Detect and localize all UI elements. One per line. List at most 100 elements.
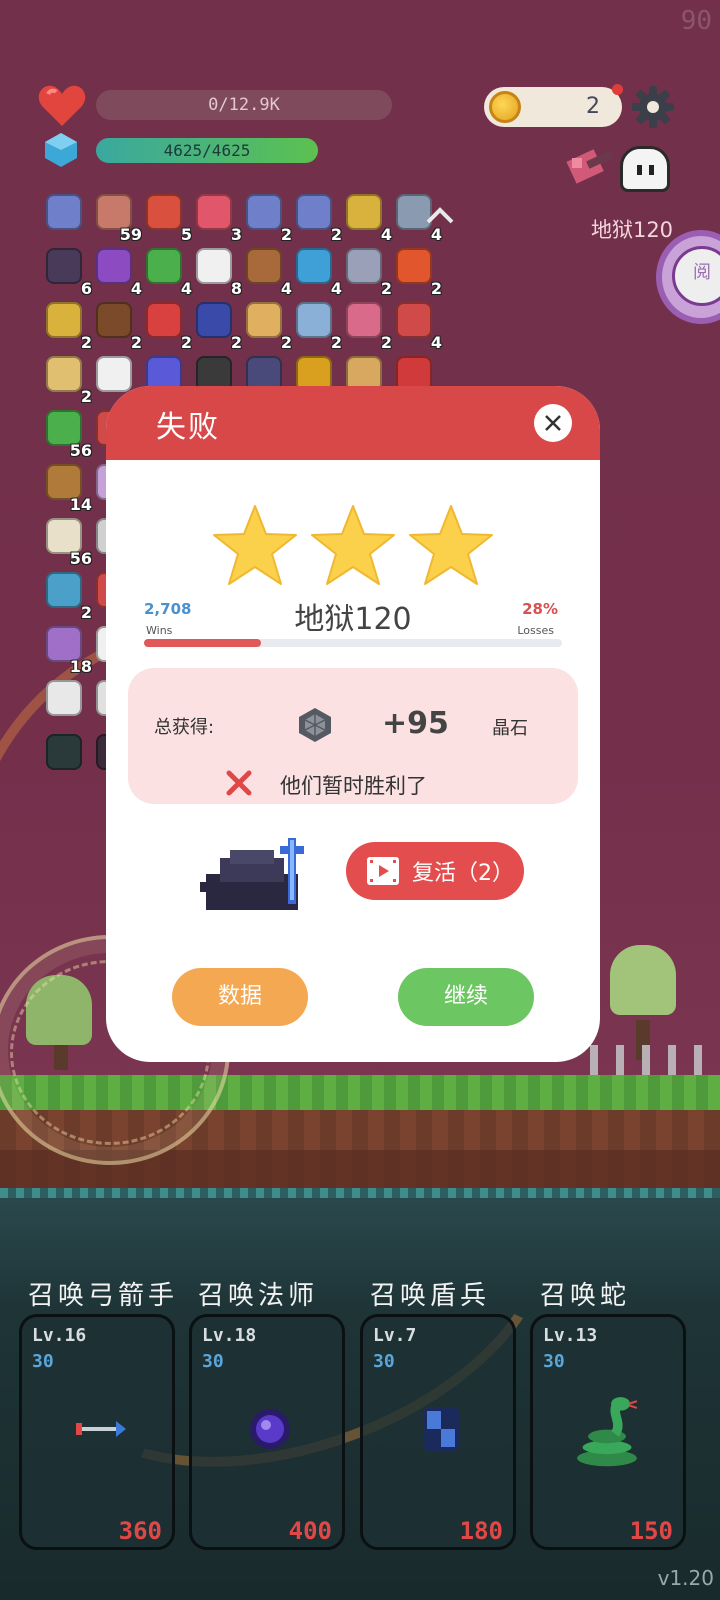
inventory-item[interactable]: 2	[342, 298, 392, 352]
tree	[610, 945, 676, 1015]
close-button[interactable]	[534, 404, 572, 442]
item-count: 2	[130, 333, 142, 352]
dice-icon	[46, 680, 82, 716]
item-count: 2	[280, 225, 292, 244]
inventory-item[interactable]: 2	[92, 298, 142, 352]
inventory-item[interactable]	[42, 190, 90, 238]
continue-button[interactable]: 继续	[398, 968, 534, 1026]
boss-axe-icon	[566, 149, 614, 184]
inventory-item[interactable]	[42, 676, 90, 724]
inventory-item[interactable]: 2	[42, 568, 92, 622]
inventory-item[interactable]: 3	[192, 190, 242, 244]
item-count: 2	[80, 333, 92, 352]
heart-icon	[38, 85, 86, 126]
item-count: 56	[69, 549, 92, 568]
dark-rune-icon	[46, 734, 82, 770]
inventory-item[interactable]: 59	[92, 190, 142, 244]
card-cost: 360	[118, 1517, 162, 1545]
item-count: 2	[330, 333, 342, 352]
inventory-item[interactable]: 5	[142, 190, 192, 244]
inventory-item[interactable]: 2	[242, 298, 292, 352]
green-card-icon	[146, 248, 182, 284]
inventory-item[interactable]: 2	[192, 298, 242, 352]
item-count: 4	[330, 279, 342, 298]
calendar-heart-icon	[196, 248, 232, 284]
summon-title: 召唤蛇	[540, 1281, 631, 1311]
item-count: 8	[230, 279, 242, 298]
card-level: Lv.16	[32, 1325, 87, 1346]
item-count: 2	[380, 279, 392, 298]
inventory-item[interactable]: 14	[42, 460, 92, 514]
inventory-item[interactable]: 4	[242, 244, 292, 298]
magnet-icon	[146, 302, 182, 338]
inventory-item[interactable]: 2	[292, 190, 342, 244]
reward-label: 总获得:	[154, 717, 215, 738]
quill-paper-icon	[46, 356, 82, 392]
card-stat: 30	[202, 1351, 224, 1372]
card-level: Lv.13	[543, 1325, 598, 1346]
item-count: 56	[69, 441, 92, 460]
stage-name: 地狱120	[294, 602, 412, 637]
summon-card-shield[interactable]: Lv.7 30 180	[360, 1314, 516, 1550]
item-count: 2	[180, 333, 192, 352]
item-count: 2	[80, 387, 92, 406]
inventory-item[interactable]: 2	[242, 190, 292, 244]
question-hook-icon	[346, 248, 382, 284]
inventory-item[interactable]: 18	[42, 622, 92, 676]
inventory-item[interactable]: 2	[42, 352, 92, 406]
inventory-item[interactable]: 2	[42, 298, 92, 352]
data-button[interactable]: 数据	[172, 968, 308, 1026]
coin-value: 2	[586, 94, 600, 119]
scroll-ribbon-icon	[246, 194, 282, 230]
magnifier-icon	[46, 572, 82, 608]
inventory-item[interactable]: 8	[192, 244, 242, 298]
ring-icon	[346, 194, 382, 230]
molecule-icon	[296, 248, 332, 284]
inventory-item[interactable]: 56	[42, 406, 92, 460]
inventory-item[interactable]: 2	[142, 298, 192, 352]
fail-cross-icon	[226, 770, 252, 796]
version-label: v1.20	[657, 1566, 714, 1590]
inventory-item[interactable]: 4	[342, 190, 392, 244]
holy-book-icon	[196, 302, 232, 338]
revive-button[interactable]: 复活（2）	[346, 842, 524, 900]
losses-caption: Losses	[517, 624, 554, 637]
shield-icon	[396, 302, 432, 338]
settings-gear-icon[interactable]	[632, 86, 674, 128]
treasure-map-icon	[246, 302, 282, 338]
card-cost: 400	[288, 1517, 332, 1545]
item-count: 3	[230, 225, 242, 244]
inventory-item[interactable]: 2	[392, 244, 442, 298]
boss-sprite-icon	[200, 838, 304, 910]
inventory-item[interactable]: 6	[42, 244, 92, 298]
summon-title: 召唤法师	[198, 1281, 319, 1311]
item-count: 2	[80, 603, 92, 622]
flame-drop-icon	[196, 194, 232, 230]
crystal-icon	[299, 708, 331, 742]
inventory-item[interactable]: 4	[392, 298, 442, 352]
bat-icon	[46, 248, 82, 284]
summon-card-snake[interactable]: Lv.13 30 150	[530, 1314, 686, 1550]
inventory-item[interactable]	[42, 730, 90, 778]
inventory-item[interactable]: 4	[292, 244, 342, 298]
inventory-item[interactable]: 4	[92, 244, 142, 298]
mana-gem-icon	[45, 133, 77, 167]
item-count: 4	[180, 279, 192, 298]
summon-card-mage[interactable]: Lv.18 30 400	[189, 1314, 345, 1550]
inventory-item[interactable]: 56	[42, 514, 92, 568]
scroll-ribbon-icon	[296, 194, 332, 230]
inventory-item[interactable]: 4	[142, 244, 192, 298]
summon-title: 召唤盾兵	[370, 1281, 491, 1311]
fence	[590, 1045, 720, 1075]
chevron-up-icon[interactable]	[424, 200, 456, 232]
card-stat: 30	[543, 1351, 565, 1372]
inventory-item[interactable]: 2	[342, 244, 392, 298]
wins-value: 2,708	[144, 600, 192, 618]
item-count: 2	[380, 333, 392, 352]
mushroom-icon	[96, 302, 132, 338]
inventory-item[interactable]: 2	[292, 298, 342, 352]
summon-title: 召唤弓箭手	[28, 1281, 179, 1311]
hook-icon	[346, 302, 382, 338]
summon-card-archer[interactable]: Lv.16 30 360	[19, 1314, 175, 1550]
card-cost: 150	[629, 1517, 673, 1545]
